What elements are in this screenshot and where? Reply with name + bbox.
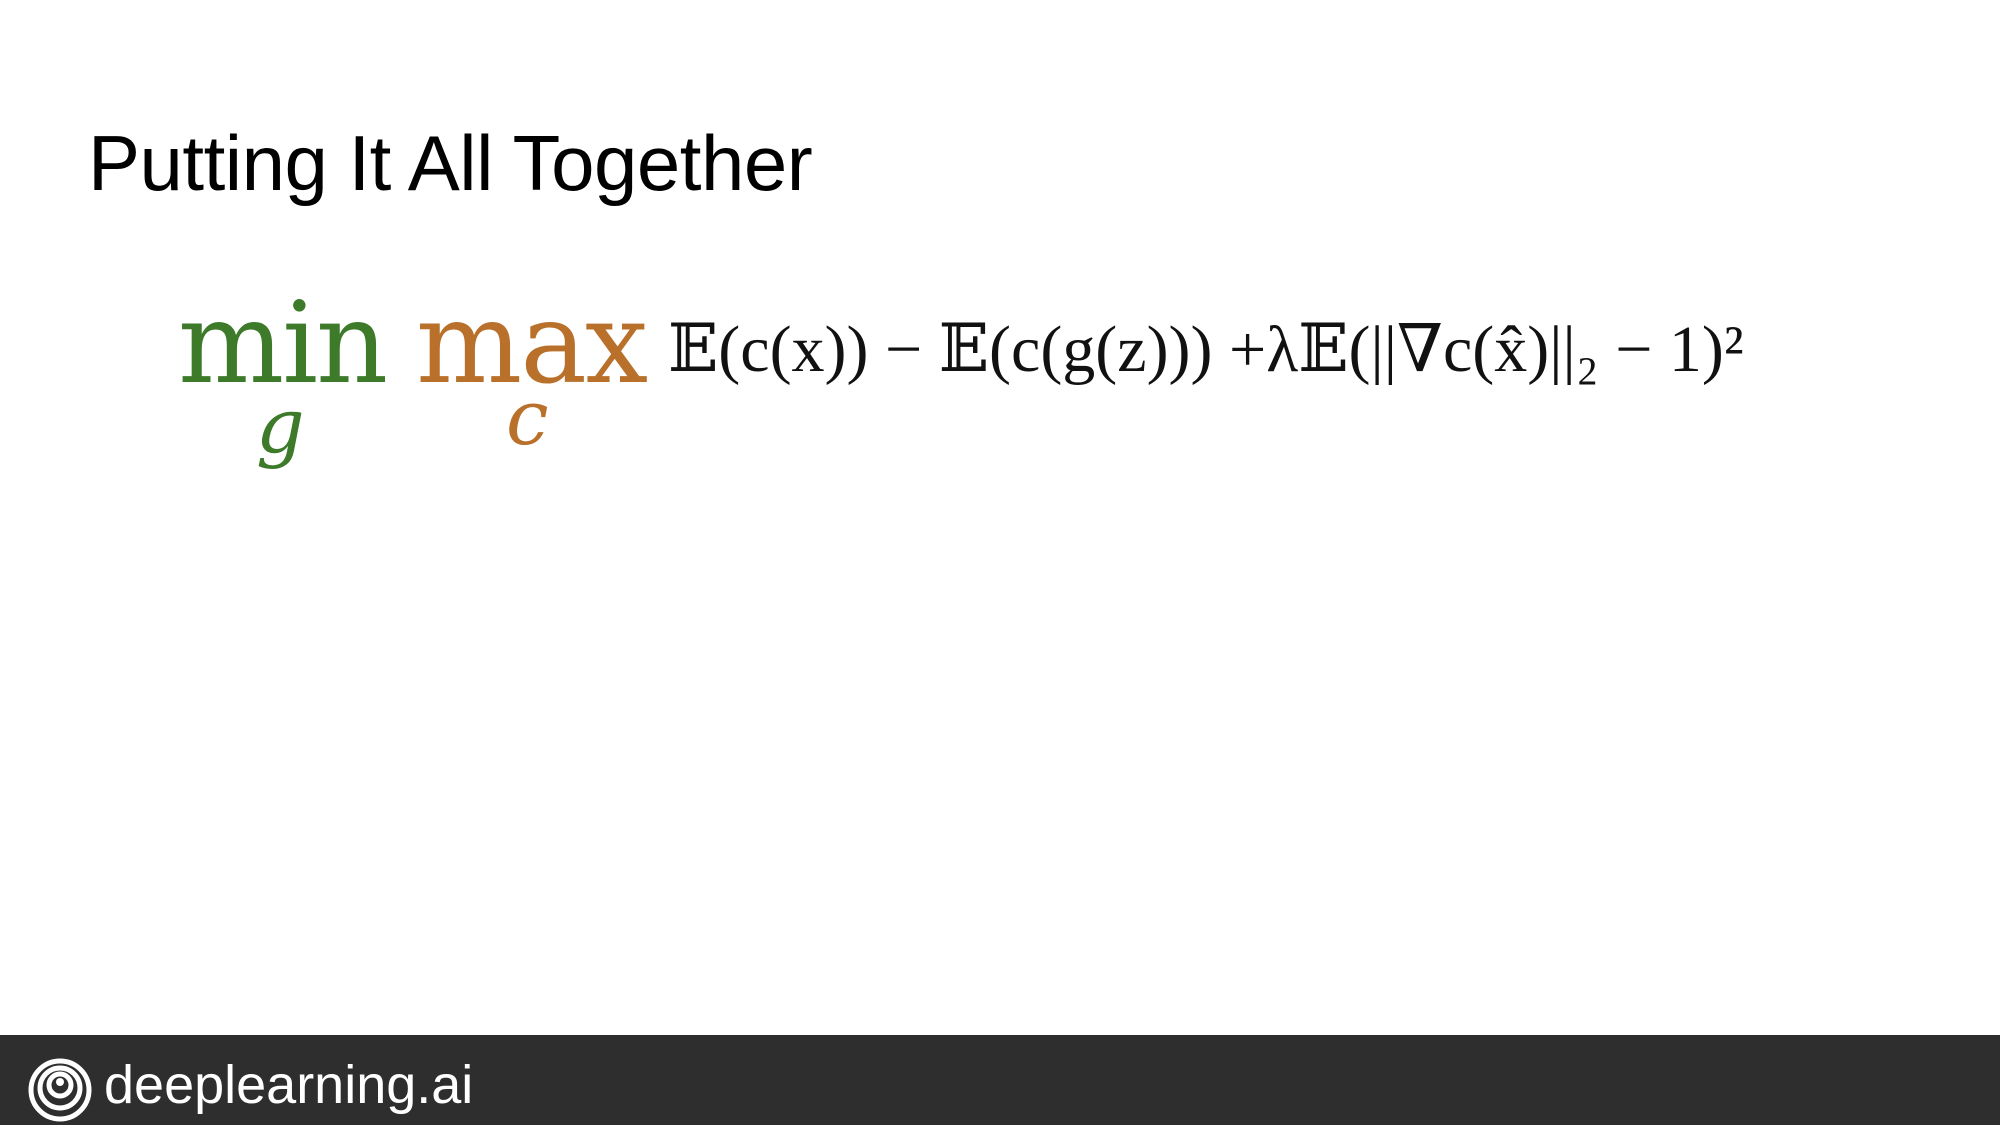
max-subscript: c <box>506 373 549 462</box>
slide: Putting It All Together min g max c 𝔼(c(… <box>0 0 2000 1125</box>
wgan-gp-objective: min g max c 𝔼(c(x)) − 𝔼(c(g(z))) +λ𝔼(||∇… <box>178 280 1838 480</box>
min-subscript: g <box>256 381 305 470</box>
loss-expression: 𝔼(c(x)) − 𝔼(c(g(z))) +λ𝔼(||∇c(x̂)||₂ − 1… <box>668 313 1744 386</box>
deeplearning-logo-icon <box>28 1058 92 1122</box>
brand-name: deeplearning.ai <box>104 1055 474 1115</box>
slide-title: Putting It All Together <box>88 119 813 207</box>
